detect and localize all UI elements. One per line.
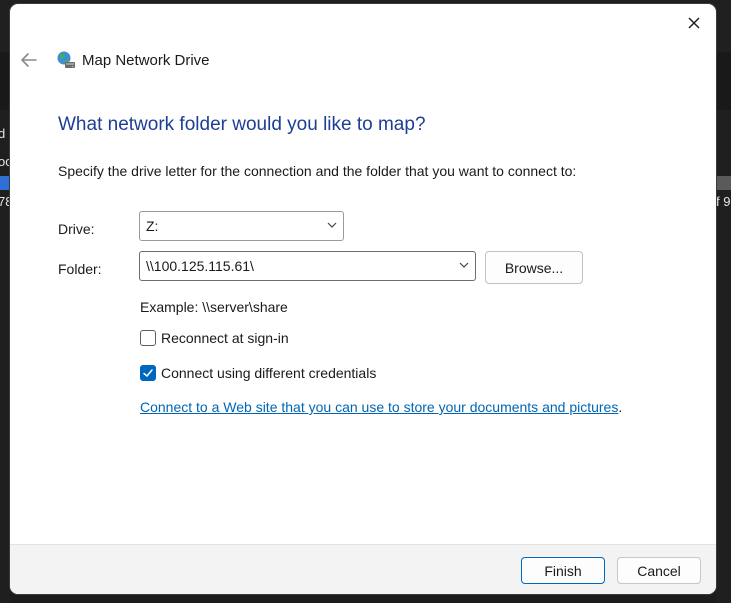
web-site-link-line: Connect to a Web site that you can use t… bbox=[140, 399, 622, 415]
checkmark-icon bbox=[143, 369, 153, 377]
instructions-text: Specify the drive letter for the connect… bbox=[58, 163, 577, 179]
dialog-footer: Finish Cancel bbox=[10, 544, 716, 594]
close-button[interactable] bbox=[680, 10, 708, 36]
drive-label: Drive: bbox=[58, 221, 95, 237]
close-icon bbox=[688, 17, 700, 29]
folder-path-combobox[interactable]: \\100.125.115.61\ bbox=[139, 251, 476, 281]
web-site-link[interactable]: Connect to a Web site that you can use t… bbox=[140, 399, 618, 415]
chevron-down-icon bbox=[459, 262, 469, 268]
cancel-button[interactable]: Cancel bbox=[617, 557, 701, 584]
folder-path-value: \\100.125.115.61\ bbox=[146, 258, 254, 274]
network-drive-icon bbox=[57, 51, 75, 68]
link-period: . bbox=[618, 399, 623, 415]
back-button[interactable] bbox=[16, 48, 42, 72]
map-network-drive-dialog: Map Network Drive What network folder wo… bbox=[10, 4, 716, 594]
background-text-fragment: f 9 bbox=[716, 194, 731, 209]
finish-button[interactable]: Finish bbox=[521, 557, 605, 584]
background-scrollbar bbox=[716, 176, 731, 190]
chevron-down-icon bbox=[327, 222, 337, 228]
background-text-fragment: oc bbox=[0, 154, 10, 169]
drive-letter-value: Z: bbox=[146, 218, 159, 234]
background-text-fragment: 78 bbox=[0, 194, 10, 209]
page-heading: What network folder would you like to ma… bbox=[58, 114, 426, 135]
reconnect-checkbox[interactable] bbox=[140, 330, 156, 346]
browse-button[interactable]: Browse... bbox=[485, 251, 583, 284]
reconnect-checkbox-row[interactable]: Reconnect at sign-in bbox=[140, 330, 289, 346]
different-credentials-checkbox[interactable] bbox=[140, 365, 156, 381]
reconnect-label: Reconnect at sign-in bbox=[161, 330, 289, 346]
back-arrow-icon bbox=[21, 53, 37, 67]
folder-label: Folder: bbox=[58, 261, 102, 277]
different-credentials-label: Connect using different credentials bbox=[161, 365, 377, 381]
background-text-fragment: d bbox=[0, 126, 6, 141]
example-text: Example: \\server\share bbox=[140, 299, 288, 315]
drive-letter-select[interactable]: Z: bbox=[139, 211, 344, 241]
background-selection-bar bbox=[0, 176, 10, 190]
background-window-right-edge: f 9 bbox=[716, 110, 731, 603]
dialog-title: Map Network Drive bbox=[82, 52, 210, 69]
background-window-left-edge: d oc 78 bbox=[0, 110, 10, 603]
different-credentials-checkbox-row[interactable]: Connect using different credentials bbox=[140, 365, 376, 381]
